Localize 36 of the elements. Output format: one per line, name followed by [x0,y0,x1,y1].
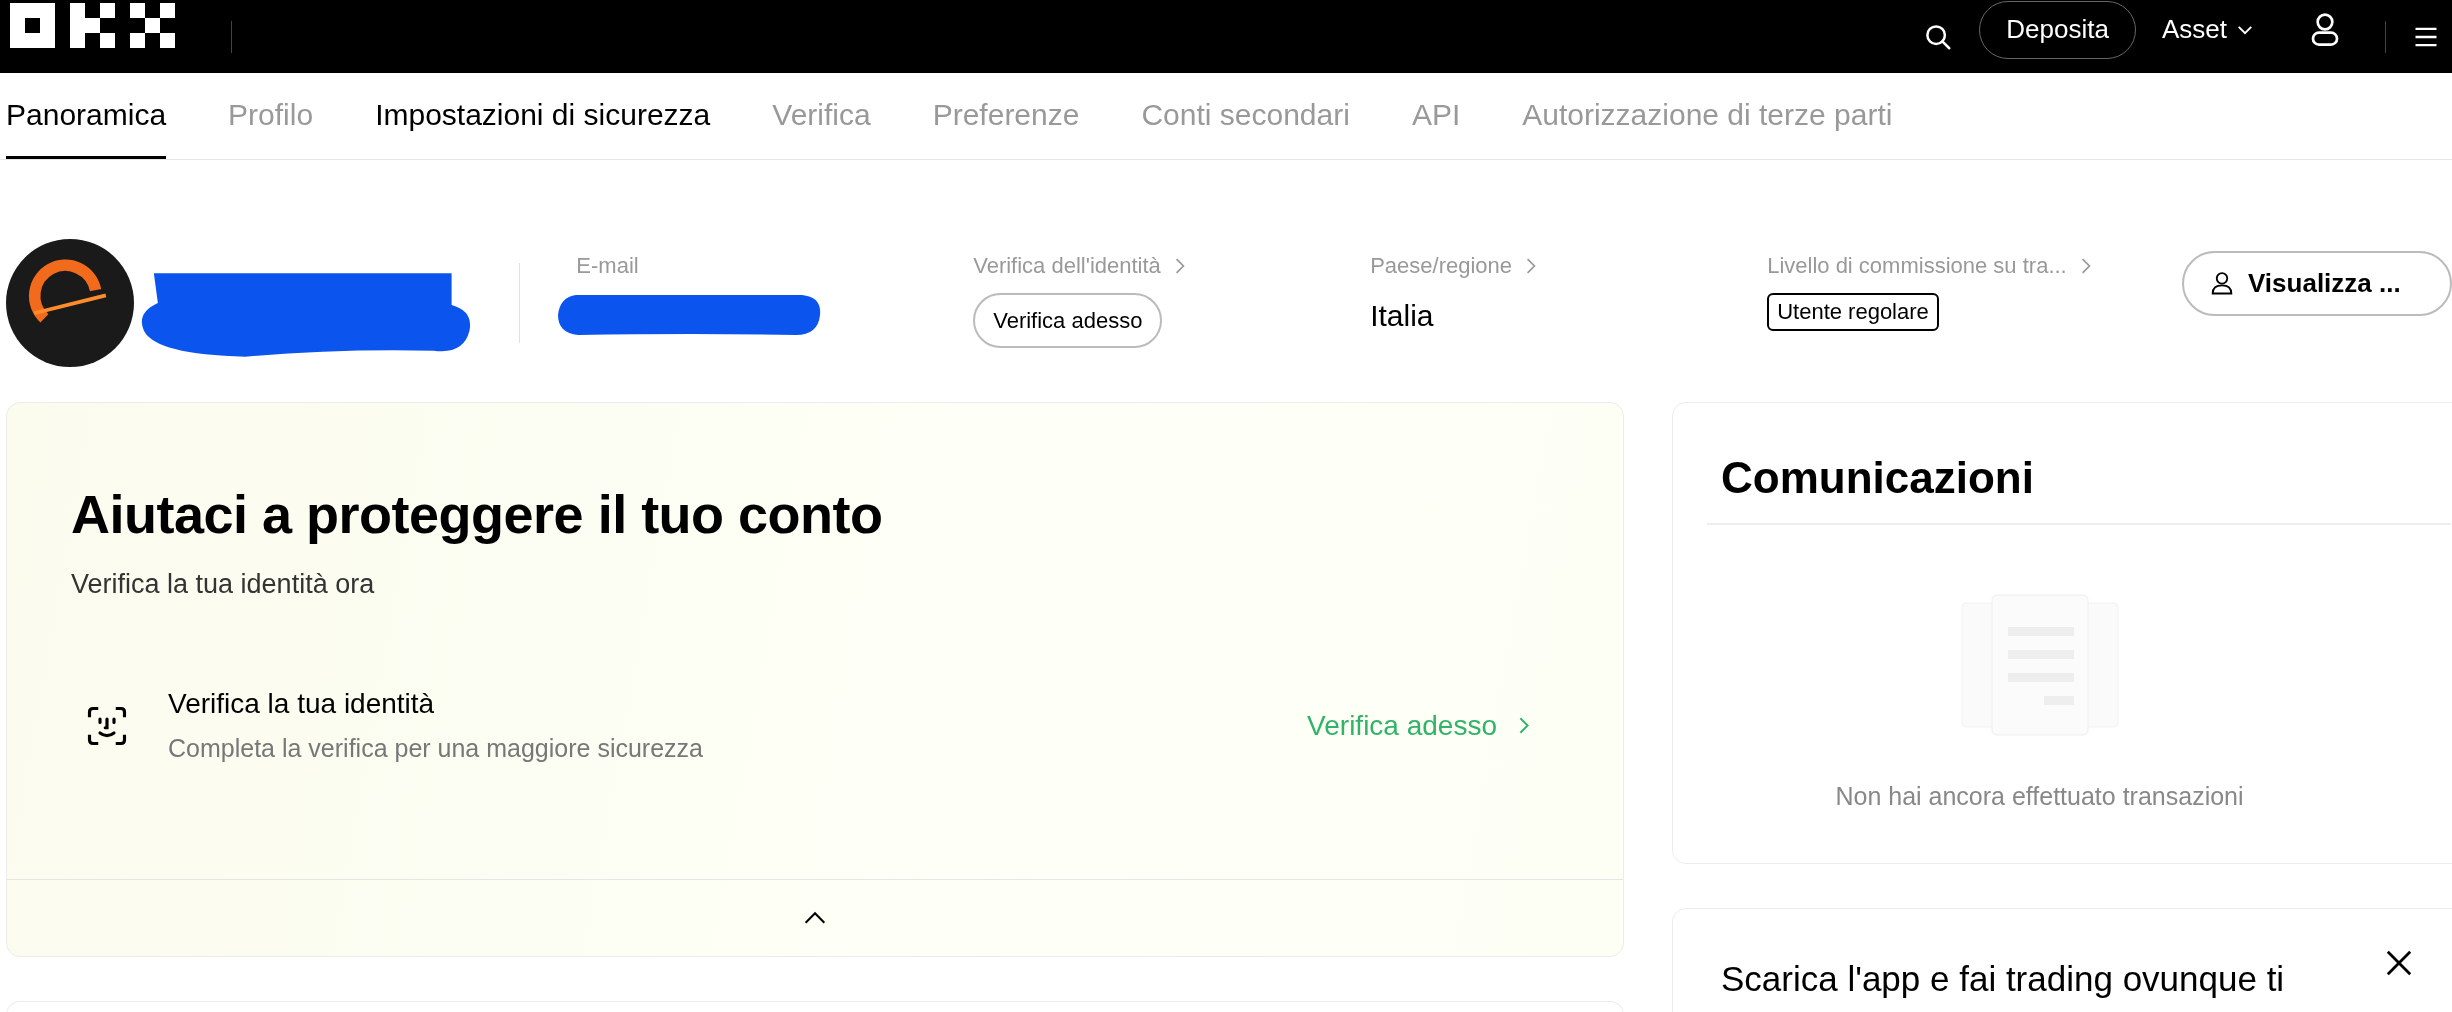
nav-tab[interactable]: Verifica [772,73,871,159]
nav-tab[interactable]: Profilo [228,73,314,159]
user-tier-tag: Utente regolare [1767,293,1939,331]
nav-tab[interactable]: Conti secondari [1141,73,1350,159]
card-subtitle: Verifica la tua identità ora [71,569,376,600]
item-description: Completa la verifica per una maggiore sicurezza [168,734,704,763]
verify-now-link[interactable]: Verifica adesso [1307,709,1529,742]
nav-tab[interactable]: API [1411,73,1461,159]
country-value: Italia [1370,299,1434,333]
promo-title: Scarica l'app e fai trading ovunque ti [1721,959,2285,999]
verify-now-button[interactable]: Verifica adesso [973,293,1163,348]
fee-level-link[interactable]: Livello di commissione su tra... [1767,253,2091,279]
view-profile-button[interactable]: Visualizza ... [2182,250,2452,316]
face-scan-icon [86,704,128,747]
asset-menu[interactable]: Asset [2161,14,2253,45]
nav-tab[interactable]: Impostazioni di sicurezza [375,73,711,159]
chevron-icon [1174,258,1185,274]
nav-tab[interactable]: Preferenze [932,73,1080,159]
nav-tab[interactable]: Autorizzazione di terze parti [1522,73,1893,159]
identity-verification-link[interactable]: Verifica dell'identità [973,253,1185,279]
chevron-icon [1526,258,1537,274]
collapse-icon[interactable] [803,911,827,925]
card-title: Aiutaci a proteggere il tuo conto [71,483,884,545]
card-title: Comunicazioni [1720,453,2034,503]
item-title: Verifica la tua identità [168,688,436,720]
close-icon[interactable] [2385,949,2413,977]
empty-message: Non hai ancora effettuato transazioni [1835,782,2244,811]
deposit-button[interactable]: Deposita [1979,0,2136,59]
logo-icon[interactable] [10,3,175,48]
chevron-icon [2080,258,2091,274]
user-icon[interactable] [2309,11,2341,48]
country-region-link[interactable]: Paese/regione [1370,253,1537,279]
email-label: E-mail [576,253,639,279]
caret-icon [2237,24,2253,35]
chevron-icon [1519,717,1529,734]
nav-tab[interactable]: Panoramica [6,73,167,159]
